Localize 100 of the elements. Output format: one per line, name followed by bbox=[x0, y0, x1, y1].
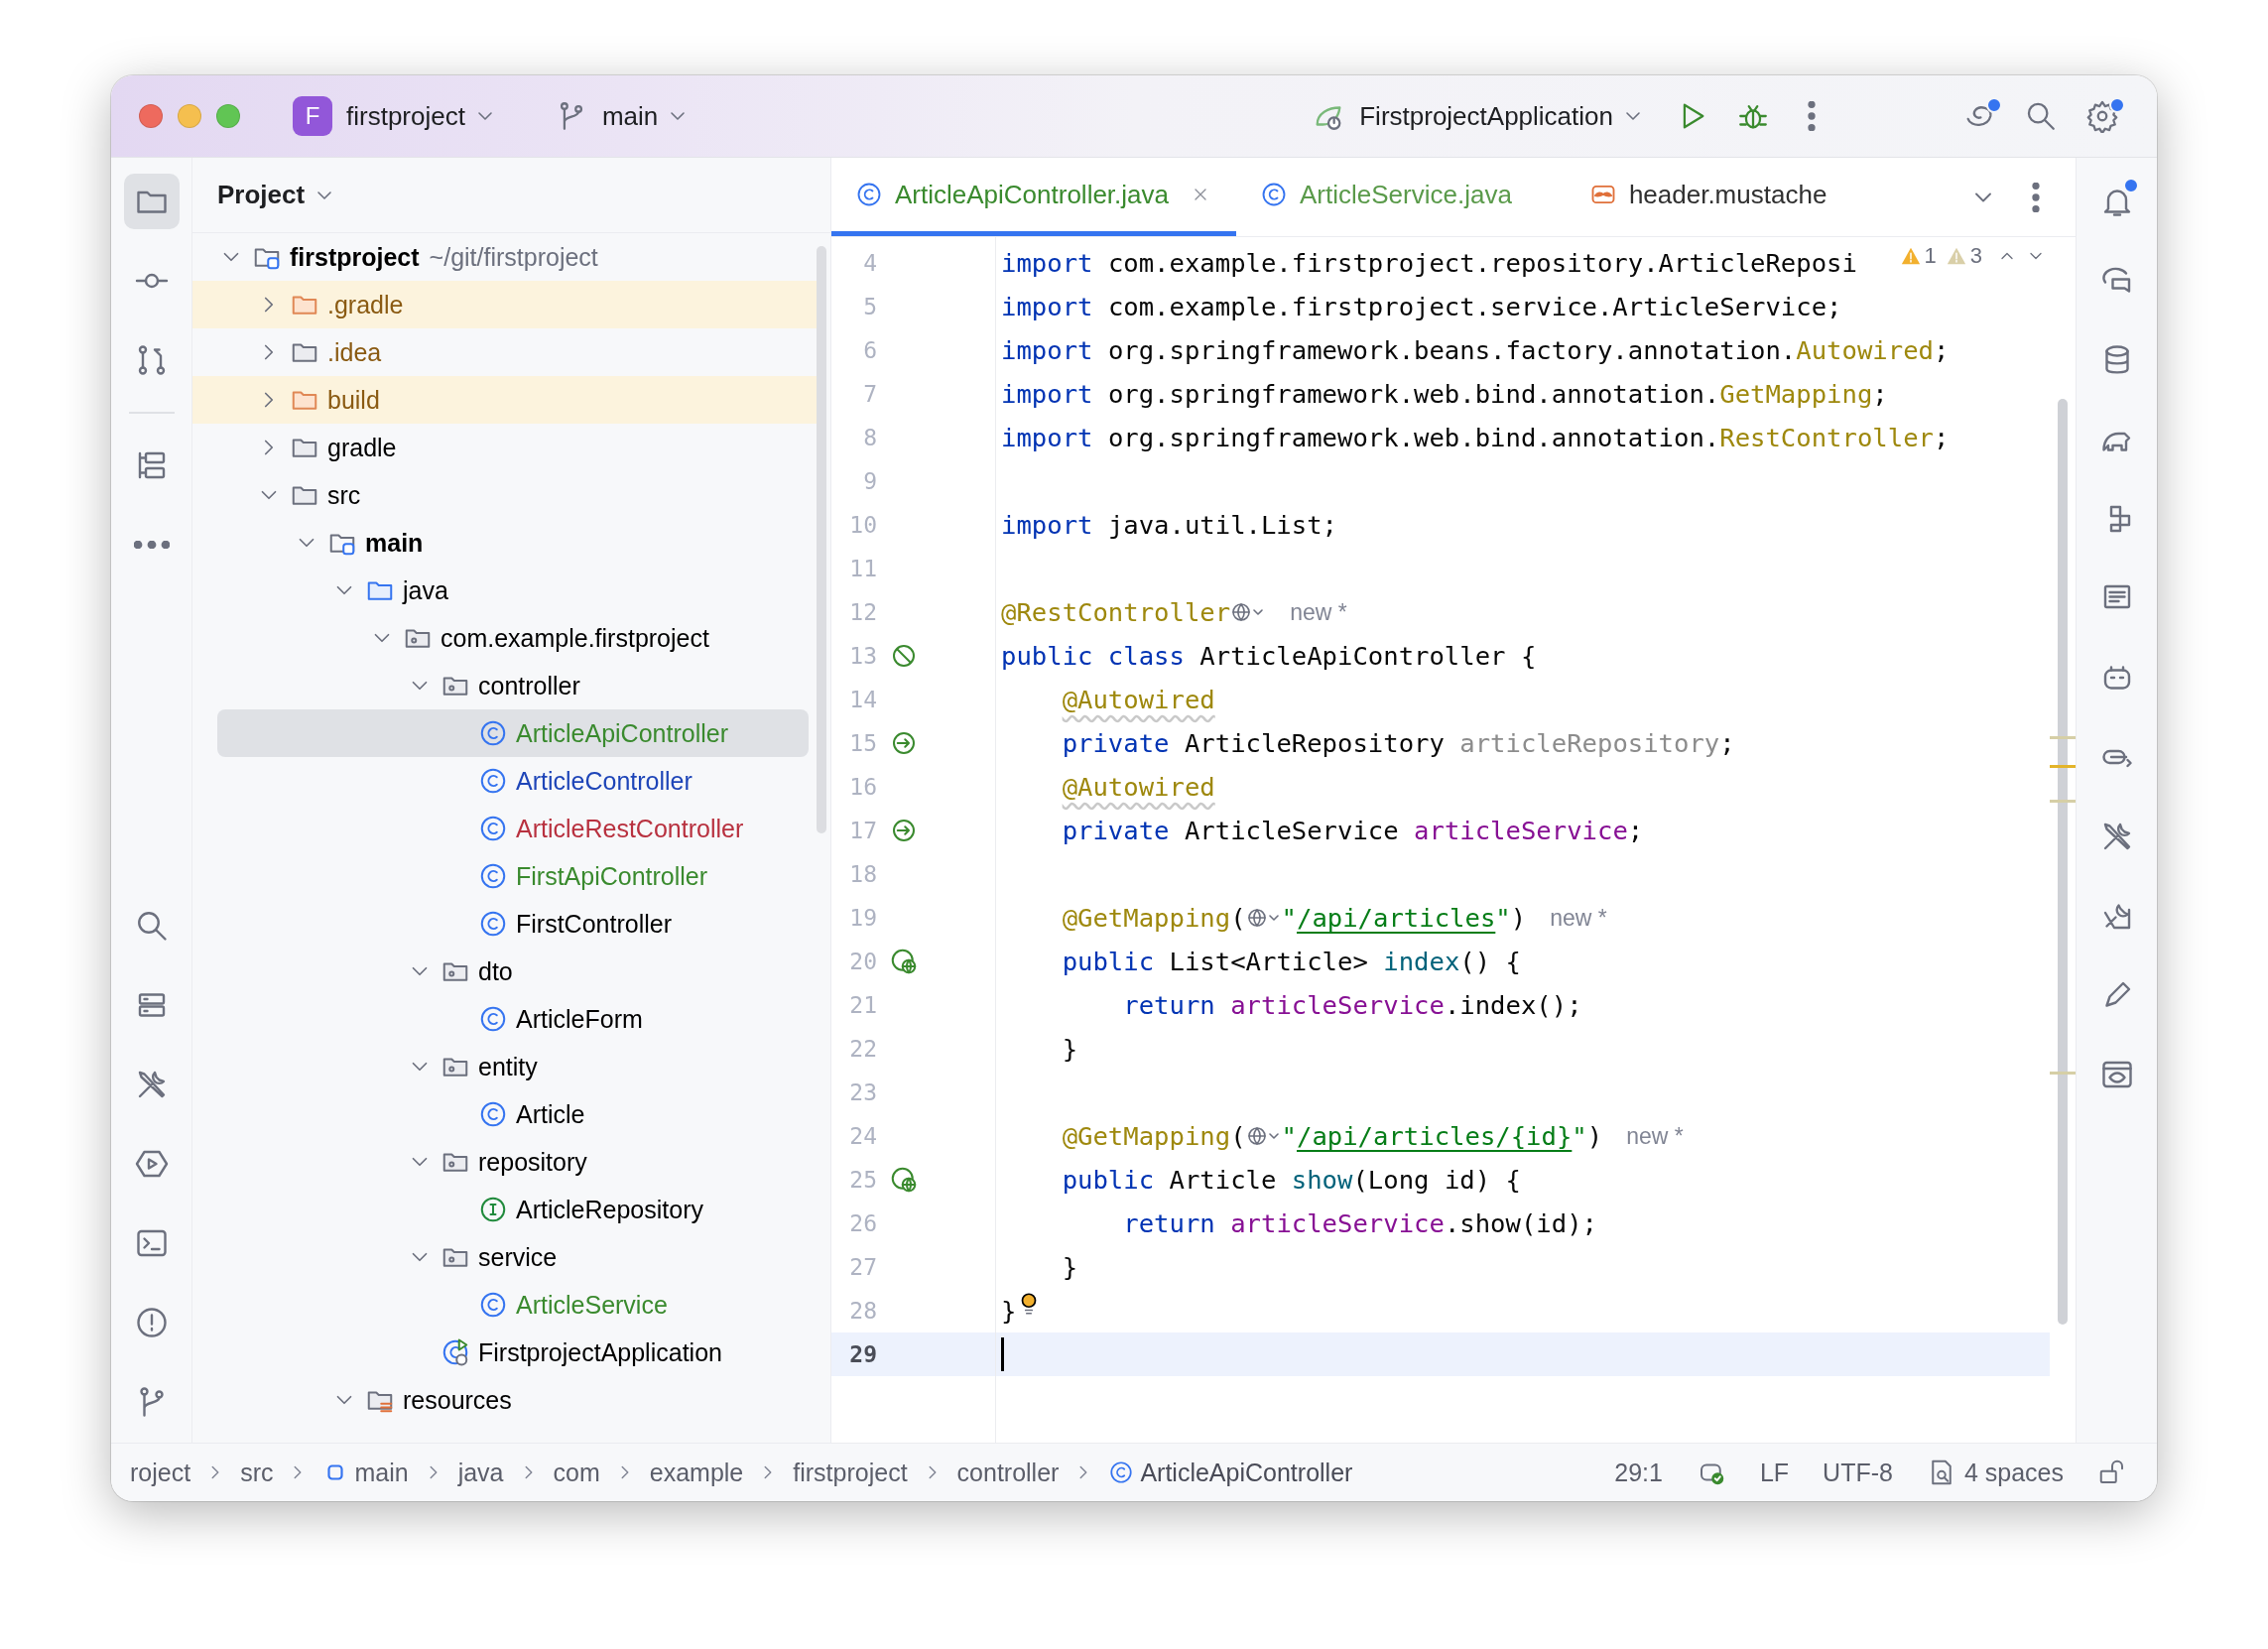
editor-tab[interactable]: header.mustache bbox=[1537, 158, 1853, 236]
tree-item[interactable]: .gradle bbox=[192, 281, 817, 328]
more-icon[interactable] bbox=[2032, 182, 2040, 212]
more-icon[interactable] bbox=[1808, 101, 1816, 131]
class-icon bbox=[478, 861, 508, 891]
close-window-button[interactable] bbox=[139, 104, 163, 128]
tree-item[interactable]: service bbox=[192, 1233, 817, 1281]
tree-item[interactable]: Article bbox=[192, 1090, 817, 1138]
breadcrumb[interactable]: main bbox=[354, 1458, 409, 1487]
cursor-position[interactable]: 29:1 bbox=[1614, 1458, 1663, 1487]
tree-item[interactable]: resources bbox=[192, 1376, 817, 1424]
line-number: 29 bbox=[848, 1341, 877, 1367]
line-number: 11 bbox=[848, 556, 877, 581]
tree-item[interactable]: build bbox=[192, 376, 817, 424]
scrollbar-thumb[interactable] bbox=[817, 246, 826, 833]
line-number: 16 bbox=[848, 774, 877, 800]
line-separator[interactable]: LF bbox=[1759, 1458, 1790, 1487]
line-number: 23 bbox=[848, 1079, 877, 1105]
line-number: 28 bbox=[848, 1298, 877, 1324]
panel-title[interactable]: Project bbox=[217, 180, 306, 210]
inlay-hint[interactable]: new * bbox=[1550, 904, 1607, 932]
code-text: return articleService.index(); bbox=[1122, 990, 1582, 1020]
tree-item[interactable]: ArticleService bbox=[192, 1281, 817, 1329]
file-encoding[interactable]: UTF-8 bbox=[1823, 1458, 1893, 1487]
tree-item[interactable]: FirstApiController bbox=[192, 852, 817, 900]
inlay-hint[interactable]: new * bbox=[1626, 1122, 1684, 1150]
globe-icon[interactable] bbox=[1245, 906, 1282, 930]
notification-dot bbox=[1986, 97, 2002, 113]
inlay-hint[interactable]: new * bbox=[1290, 598, 1347, 626]
tree-item[interactable]: dto bbox=[192, 948, 817, 995]
tree-item[interactable]: entity bbox=[192, 1043, 817, 1090]
notification-dot bbox=[2122, 178, 2139, 193]
line-number: 24 bbox=[848, 1123, 877, 1149]
breadcrumb[interactable]: ArticleApiController bbox=[1140, 1458, 1353, 1487]
project-selector[interactable]: firstproject bbox=[346, 100, 465, 132]
code-text: return articleService.show(id); bbox=[1122, 1208, 1597, 1238]
tree-item[interactable]: repository bbox=[192, 1138, 817, 1186]
breadcrumb[interactable]: src bbox=[240, 1458, 274, 1487]
tree-item[interactable]: ArticleRestController bbox=[192, 805, 817, 852]
code-text: public class ArticleApiController { bbox=[1001, 641, 1537, 671]
line-number: 15 bbox=[848, 730, 877, 756]
tree-item[interactable]: java bbox=[192, 567, 817, 614]
tree-item[interactable]: src bbox=[192, 471, 817, 519]
editor-tab[interactable]: ArticleService.java bbox=[1236, 158, 1538, 236]
line-number: 27 bbox=[848, 1254, 877, 1280]
line-number: 12 bbox=[848, 599, 877, 625]
code-text: import org.springframework.beans.factory.annotation.Autowired; bbox=[1001, 335, 1950, 365]
tree-item[interactable]: controller bbox=[192, 662, 817, 709]
class-icon bbox=[478, 766, 508, 796]
code-text: @RestController bbox=[1001, 597, 1231, 627]
breadcrumb[interactable]: com bbox=[553, 1458, 600, 1487]
breadcrumb[interactable]: controller bbox=[956, 1458, 1060, 1487]
folder-button[interactable] bbox=[123, 174, 180, 229]
globe-leaf-icon[interactable] bbox=[889, 947, 919, 976]
line-number: 6 bbox=[862, 337, 877, 363]
code-text: } bbox=[1061, 1034, 1078, 1064]
tree-item[interactable]: FirstController bbox=[192, 900, 817, 948]
warning-count: 3 bbox=[1969, 243, 1982, 269]
breadcrumb[interactable]: roject bbox=[130, 1458, 191, 1487]
tree-item[interactable]: FirstprojectApplication bbox=[192, 1329, 817, 1376]
indent-setting[interactable]: 4 spaces bbox=[1963, 1458, 2064, 1487]
tree-item[interactable]: gradle bbox=[192, 424, 817, 471]
project-badge: F bbox=[293, 96, 332, 136]
line-number: 9 bbox=[862, 468, 877, 494]
globe-icon[interactable] bbox=[1245, 1124, 1282, 1148]
class-icon bbox=[855, 181, 883, 208]
code-text: @GetMapping( bbox=[1061, 903, 1246, 933]
tree-item[interactable]: main bbox=[192, 519, 817, 567]
code-text: public Article show(Long id) { bbox=[1061, 1165, 1521, 1195]
breadcrumb[interactable]: java bbox=[457, 1458, 504, 1487]
class-icon bbox=[478, 1004, 508, 1034]
code-text: } bbox=[1001, 1296, 1017, 1326]
tree-item[interactable]: firstproject ~/git/firstproject bbox=[192, 233, 817, 281]
line-number: 21 bbox=[848, 992, 877, 1018]
class-icon bbox=[1108, 1459, 1135, 1485]
scrollbar-thumb[interactable] bbox=[2058, 399, 2068, 1325]
run-configuration-selector[interactable]: FirstprojectApplication bbox=[1359, 100, 1613, 132]
tree-item[interactable]: com.example.firstproject bbox=[192, 614, 817, 662]
line-number: 13 bbox=[848, 643, 877, 669]
tree-item[interactable]: ArticleForm bbox=[192, 995, 817, 1043]
line-number: 8 bbox=[862, 425, 877, 450]
project-path: ~/git/firstproject bbox=[429, 242, 598, 272]
code-text: import com.example.firstproject.service.ArticleService; bbox=[1001, 292, 1842, 321]
code-text: import org.springframework.web.bind.annotation.RestController; bbox=[1001, 423, 1950, 452]
breadcrumb[interactable]: example bbox=[649, 1458, 744, 1487]
line-number: 4 bbox=[862, 250, 877, 276]
editor-tab[interactable]: ArticleApiController.java bbox=[831, 158, 1236, 236]
notification-dot bbox=[2109, 97, 2125, 113]
globe-leaf-icon[interactable] bbox=[889, 1165, 919, 1195]
tree-item[interactable]: ArticleRepository bbox=[192, 1186, 817, 1233]
branch-selector[interactable]: main bbox=[601, 100, 659, 132]
tree-item[interactable]: ArticleApiController bbox=[217, 709, 809, 757]
code-text: import com.example.firstproject.repository.ArticleReposi bbox=[1001, 248, 1857, 278]
code-text: "/api/articles/{id}") bbox=[1281, 1121, 1603, 1151]
settings-icon[interactable] bbox=[2085, 99, 2119, 133]
code-text: private ArticleRepository articleRepository; bbox=[1061, 728, 1735, 758]
line-number: 20 bbox=[848, 949, 877, 974]
breadcrumb[interactable]: firstproject bbox=[793, 1458, 908, 1487]
tree-item[interactable]: .idea bbox=[192, 328, 817, 376]
tree-item[interactable]: ArticleController bbox=[192, 757, 817, 805]
